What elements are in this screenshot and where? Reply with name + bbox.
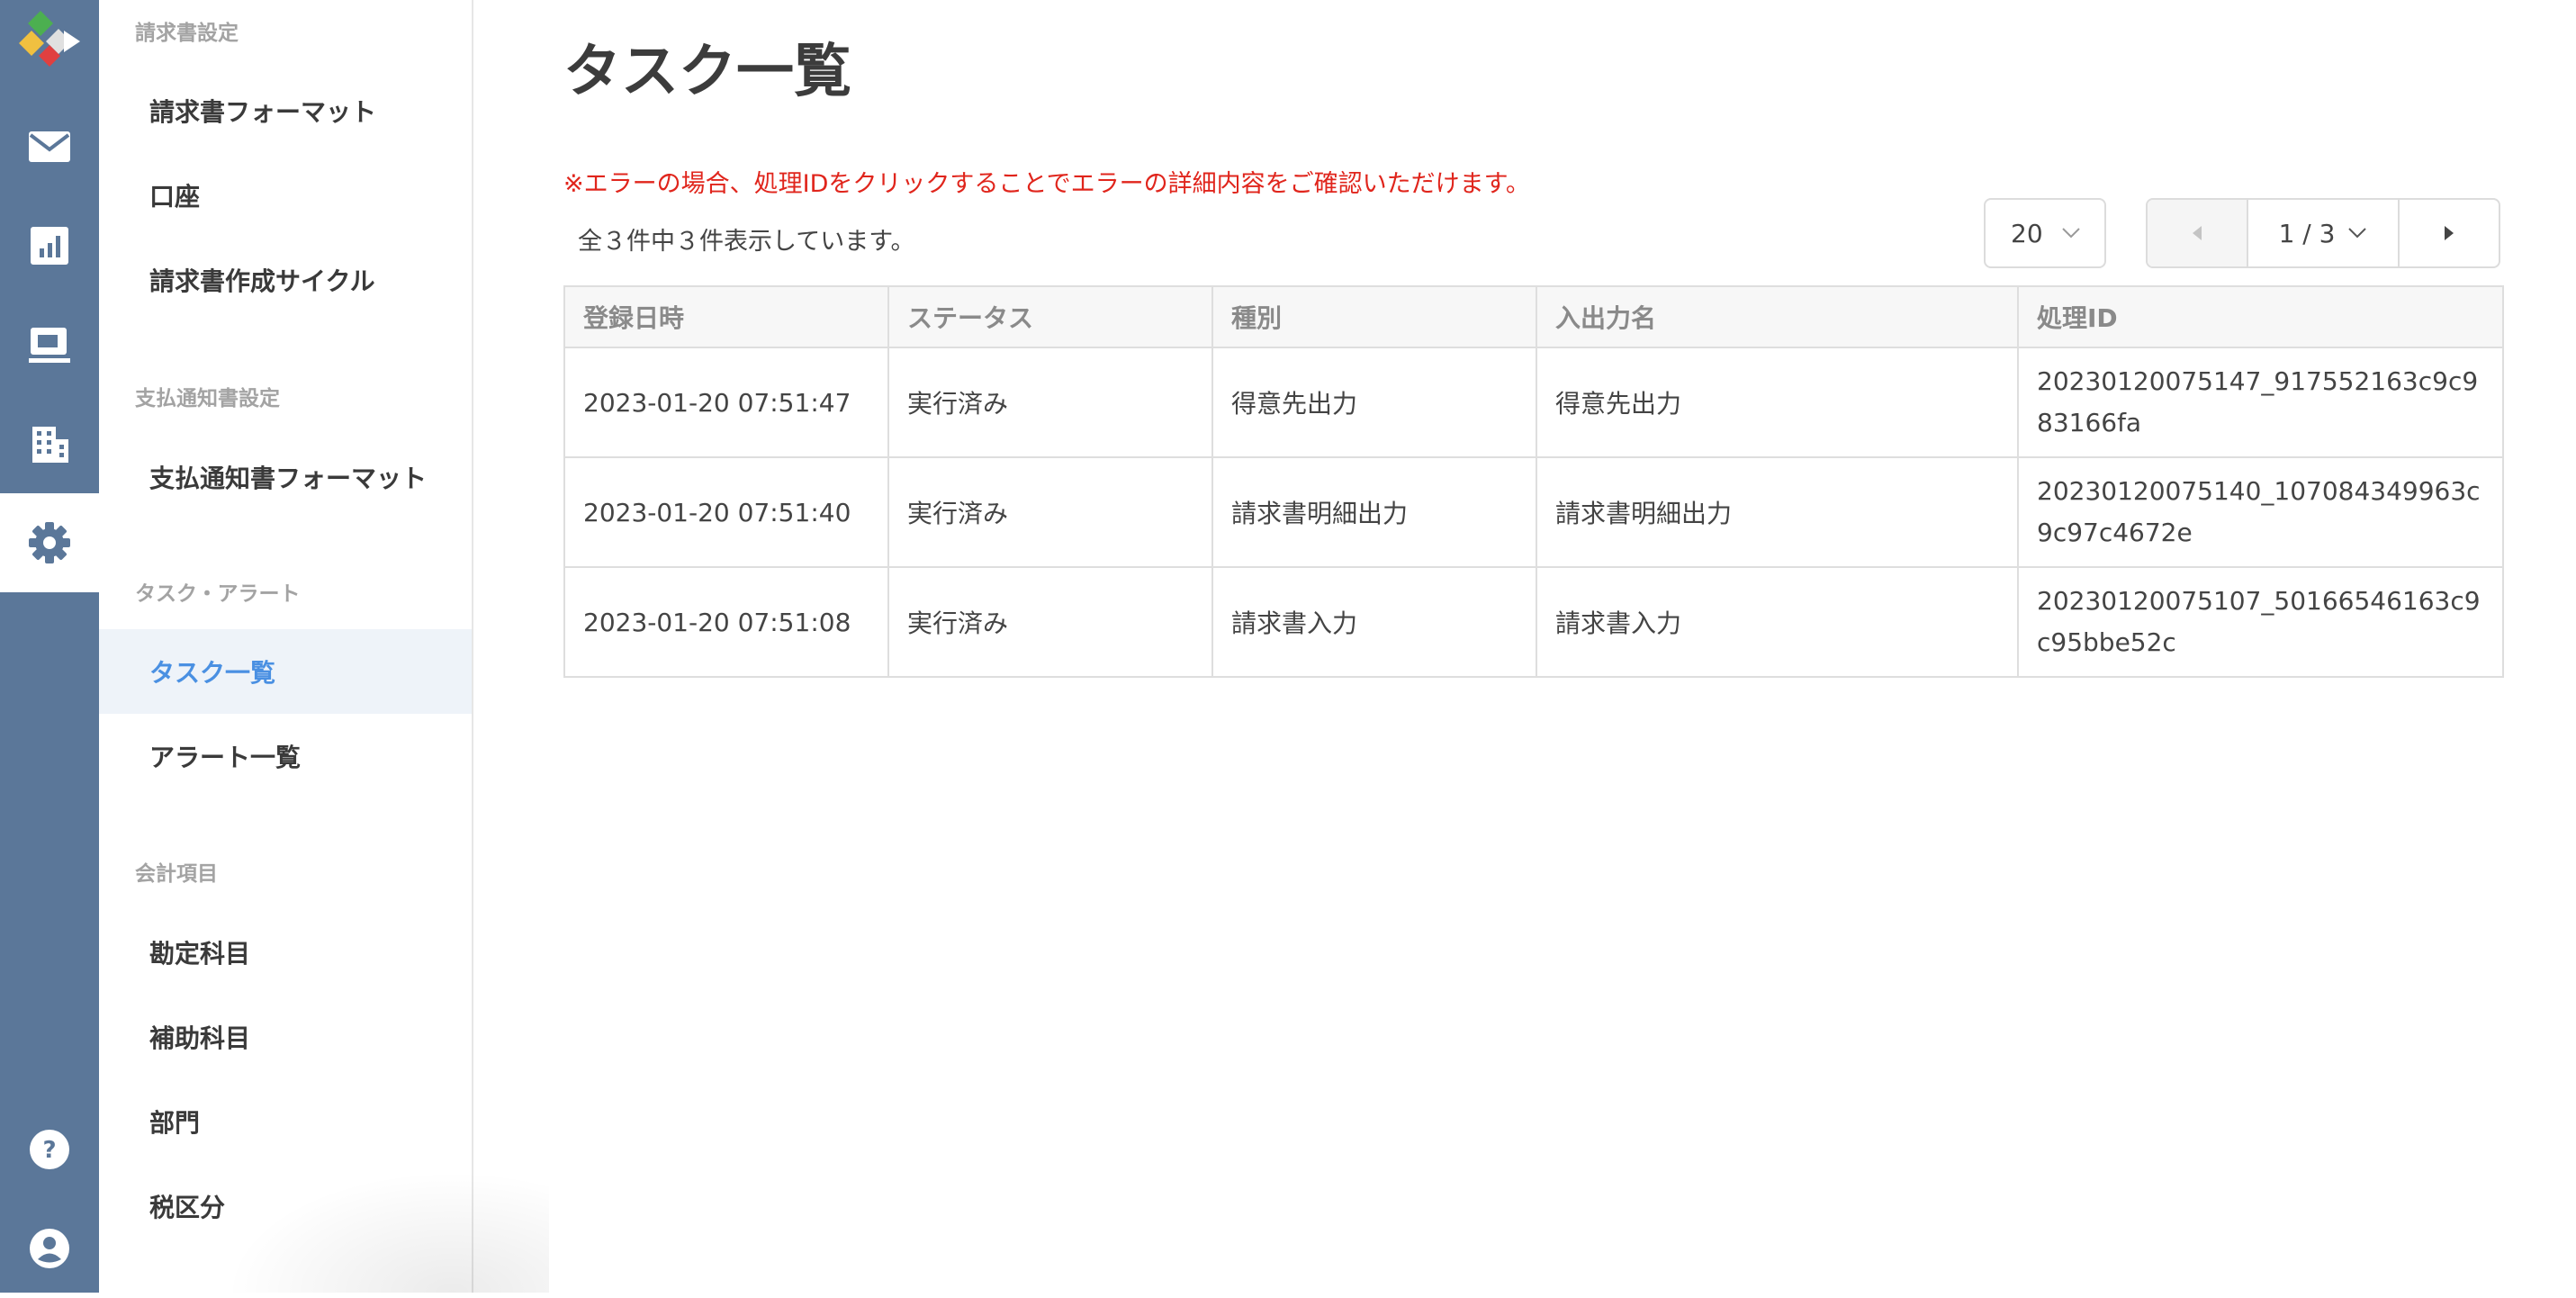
mail-icon: [29, 131, 70, 162]
task-table: 登録日時 ステータス 種別 入出力名 処理ID 2023-01-20 07:51…: [563, 285, 2504, 678]
sidebar-item-alert-list[interactable]: アラート一覧: [99, 714, 472, 798]
account-icon: [30, 1229, 69, 1268]
section-heading-payment-notice: 支払通知書設定: [135, 387, 280, 410]
sidebar-item-sub-account[interactable]: 補助科目: [99, 995, 472, 1079]
type-cell: 請求書明細出力: [1211, 456, 1537, 568]
registered-at-cell: 2023-01-20 07:51:08: [563, 566, 889, 678]
per-page-value: 20: [2011, 218, 2043, 248]
logo-icon[interactable]: [14, 7, 86, 72]
page-indicator: 1 / 3: [2278, 218, 2336, 248]
sidebar-item-bank-account[interactable]: 口座: [99, 153, 472, 238]
section-heading-accounting: 会計項目: [135, 862, 218, 886]
sidebar-item-label: 請求書フォーマット: [149, 97, 377, 127]
sidebar-item-department[interactable]: 部門: [99, 1079, 472, 1164]
chevron-down-icon: [2062, 228, 2080, 239]
company-nav-button[interactable]: [0, 394, 99, 493]
sidebar-item-account-title[interactable]: 勘定科目: [99, 910, 472, 995]
icon-rail: ?: [0, 0, 99, 1293]
gear-icon: [29, 522, 70, 563]
table-row: 2023-01-20 07:51:08 実行済み 請求書入力 請求書入力 202…: [563, 566, 2504, 678]
sidebar-item-label: 支払通知書フォーマット: [149, 464, 428, 493]
registered-at-cell: 2023-01-20 07:51:47: [563, 347, 889, 458]
column-header-type: 種別: [1211, 285, 1537, 348]
sidebar-item-label: 口座: [149, 182, 201, 212]
result-count: 全３件中３件表示しています。: [578, 228, 915, 256]
mail-nav-button[interactable]: [0, 97, 99, 196]
io-name-cell: 請求書明細出力: [1536, 456, 2019, 568]
sidebar-item-invoice-format[interactable]: 請求書フォーマット: [99, 68, 472, 153]
prev-page-button[interactable]: [2148, 200, 2248, 266]
sidebar-item-task-list[interactable]: タスク一覧: [99, 629, 472, 714]
sidebar-item-label: アラート一覧: [149, 743, 302, 772]
payment-icon: [29, 328, 70, 363]
registered-at-cell: 2023-01-20 07:51:40: [563, 456, 889, 568]
sidebar-item-label: 勘定科目: [149, 939, 251, 969]
payment-nav-button[interactable]: [0, 295, 99, 394]
section-heading-task-alert: タスク・アラート: [135, 582, 301, 606]
status-cell: 実行済み: [887, 456, 1213, 568]
sidebar-item-label: 部門: [149, 1108, 201, 1138]
account-nav-button[interactable]: [0, 1199, 99, 1298]
status-cell: 実行済み: [887, 566, 1213, 678]
io-name-cell: 得意先出力: [1536, 347, 2019, 458]
column-header-io-name: 入出力名: [1536, 285, 2019, 348]
pagination: 1 / 3: [2146, 198, 2500, 268]
help-nav-button[interactable]: ?: [0, 1100, 99, 1199]
page-title: タスク一覧: [563, 39, 851, 105]
type-cell: 得意先出力: [1211, 347, 1537, 458]
process-id-link[interactable]: 20230120075140_107084349963c9c97c4672e: [2017, 456, 2504, 568]
sidebar-item-payment-notice-format[interactable]: 支払通知書フォーマット: [99, 435, 472, 519]
sidebar-item-label: タスク一覧: [149, 658, 276, 688]
sidebar-item-tax-category[interactable]: 税区分: [99, 1164, 472, 1248]
report-nav-button[interactable]: [0, 196, 99, 295]
sidebar-item-label: 税区分: [149, 1193, 226, 1222]
building-icon: [32, 427, 68, 463]
column-header-process-id: 処理ID: [2017, 285, 2504, 348]
settings-sidebar: 請求書設定 請求書フォーマット 口座 請求書作成サイクル 支払通知書設定 支払通…: [99, 0, 473, 1293]
error-note: ※エラーの場合、処理IDをクリックすることでエラーの詳細内容をご確認いただけます…: [563, 170, 1530, 198]
page-select[interactable]: 1 / 3: [2248, 200, 2400, 266]
chart-icon: [31, 227, 68, 265]
help-icon: ?: [30, 1130, 69, 1169]
chevron-down-icon: [2348, 228, 2367, 239]
process-id-link[interactable]: 20230120075107_50166546163c9c95bbe52c: [2017, 566, 2504, 678]
caret-left-icon: [2193, 226, 2202, 240]
svg-text:?: ?: [42, 1137, 56, 1164]
table-header-row: 登録日時 ステータス 種別 入出力名 処理ID: [563, 285, 2504, 348]
section-heading-invoice: 請求書設定: [135, 22, 239, 45]
sidebar-item-invoice-cycle[interactable]: 請求書作成サイクル: [99, 238, 472, 322]
type-cell: 請求書入力: [1211, 566, 1537, 678]
column-header-status: ステータス: [887, 285, 1213, 348]
next-page-button[interactable]: [2400, 200, 2499, 266]
sidebar-item-label: 請求書作成サイクル: [149, 266, 375, 296]
io-name-cell: 請求書入力: [1536, 566, 2019, 678]
column-header-registered-at: 登録日時: [563, 285, 889, 348]
per-page-select[interactable]: 20: [1984, 198, 2106, 268]
sidebar-item-label: 補助科目: [149, 1023, 251, 1053]
caret-right-icon: [2445, 226, 2454, 240]
status-cell: 実行済み: [887, 347, 1213, 458]
table-row: 2023-01-20 07:51:40 実行済み 請求書明細出力 請求書明細出力…: [563, 456, 2504, 568]
process-id-link[interactable]: 20230120075147_917552163c9c983166fa: [2017, 347, 2504, 458]
settings-nav-button[interactable]: [0, 493, 99, 592]
table-row: 2023-01-20 07:51:47 実行済み 得意先出力 得意先出力 202…: [563, 347, 2504, 458]
